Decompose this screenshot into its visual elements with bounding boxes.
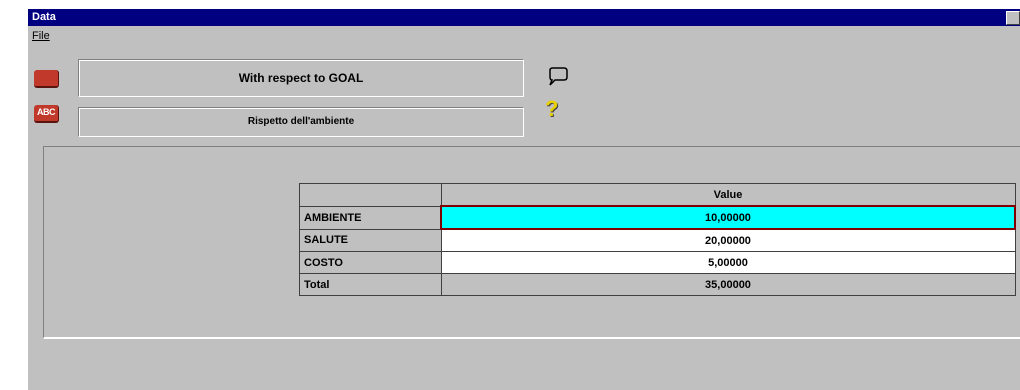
table-row: COSTO 5,00000 (299, 251, 1016, 274)
menu-bar: File (28, 26, 1020, 46)
value-column-header[interactable]: Value (440, 183, 1016, 207)
red-button-icon[interactable] (34, 70, 59, 88)
total-value-cell: 35,00000 (440, 273, 1016, 296)
results-panel: Value AMBIENTE 10,00000 SALUTE 20,00000 … (43, 146, 1020, 339)
goal-field[interactable]: With respect to GOAL (78, 59, 524, 97)
table-row: SALUTE 20,00000 (299, 228, 1016, 252)
value-cell[interactable]: 5,00000 (440, 251, 1016, 274)
row-label: Total (299, 273, 442, 296)
speech-balloon-icon[interactable] (547, 67, 569, 87)
row-label: COSTO (299, 251, 442, 274)
window-title: Data (32, 11, 56, 23)
help-question-icon[interactable]: ? (545, 98, 558, 120)
title-bar[interactable]: Data (28, 9, 1020, 26)
abc-icon[interactable]: ABC (34, 105, 59, 123)
table-row: AMBIENTE 10,00000 (299, 205, 1016, 230)
description-field[interactable]: Rispetto dell'ambiente (78, 107, 524, 137)
data-window: Data File ABC With respect to GOAL Rispe… (28, 9, 1020, 390)
row-label: AMBIENTE (299, 205, 442, 230)
table-header-row: Value (299, 183, 1016, 207)
close-button[interactable] (1006, 11, 1020, 25)
value-cell[interactable]: 10,00000 (440, 205, 1016, 230)
corner-header (299, 183, 442, 207)
table-row: Total 35,00000 (299, 273, 1016, 296)
menu-file[interactable]: File (32, 30, 50, 42)
values-table: Value AMBIENTE 10,00000 SALUTE 20,00000 … (299, 183, 1016, 296)
row-label: SALUTE (299, 228, 442, 252)
value-cell[interactable]: 20,00000 (440, 228, 1016, 252)
